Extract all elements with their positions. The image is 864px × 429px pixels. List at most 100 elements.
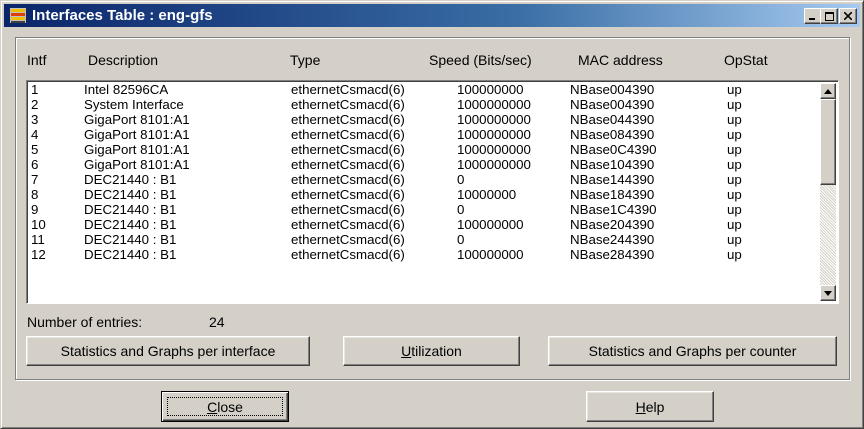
entries-label: Number of entries: bbox=[27, 314, 143, 330]
cell-intf: 1 bbox=[31, 82, 39, 97]
cell-opstat: up bbox=[727, 157, 742, 172]
table-row[interactable]: 11 DEC21440 : B1 ethernetCsmacd(6) 0 NBase24… bbox=[29, 232, 809, 247]
close-button[interactable]: Close bbox=[161, 391, 289, 422]
table-row[interactable]: 4 GigaPort 8101:A1 ethernetCsmacd(6) 100000… bbox=[29, 127, 809, 142]
cell-opstat: up bbox=[727, 82, 742, 97]
cell-type: ethernetCsmacd(6) bbox=[291, 97, 405, 112]
interfaces-rows: 1 Intel 82596CA ethernetCsmacd(6) 100000000… bbox=[29, 82, 809, 262]
cell-type: ethernetCsmacd(6) bbox=[291, 247, 405, 262]
close-icon bbox=[844, 12, 852, 20]
cell-description: DEC21440 : B1 bbox=[84, 247, 177, 262]
table-row[interactable]: 7 DEC21440 : B1 ethernetCsmacd(6) 0 NBase144… bbox=[29, 172, 809, 187]
interfaces-table-window: Interfaces Table : eng-gfs Intf Descript… bbox=[0, 0, 864, 429]
table-row[interactable]: 12 DEC21440 : B1 ethernetCsmacd(6) 10000000… bbox=[29, 247, 809, 262]
stats-per-interface-label: Statistics and Graphs per interface bbox=[60, 343, 276, 359]
app-icon bbox=[10, 8, 26, 23]
cell-intf: 10 bbox=[31, 217, 46, 232]
cell-description: GigaPort 8101:A1 bbox=[84, 157, 190, 172]
cell-speed: 100000000 bbox=[457, 247, 524, 262]
arrow-down-icon bbox=[824, 290, 832, 296]
cell-mac: NBase084390 bbox=[570, 127, 655, 142]
table-row[interactable]: 3 GigaPort 8101:A1 ethernetCsmacd(6) 100000… bbox=[29, 112, 809, 127]
column-header-intf[interactable]: Intf bbox=[27, 52, 46, 68]
scroll-up-button[interactable] bbox=[820, 83, 836, 99]
stats-per-interface-button[interactable]: Statistics and Graphs per interface bbox=[26, 336, 310, 366]
cell-opstat: up bbox=[727, 247, 742, 262]
cell-intf: 4 bbox=[31, 127, 39, 142]
cell-intf: 8 bbox=[31, 187, 39, 202]
cell-speed: 100000000 bbox=[457, 82, 524, 97]
cell-type: ethernetCsmacd(6) bbox=[291, 217, 405, 232]
cell-mac: NBase184390 bbox=[570, 187, 655, 202]
table-row[interactable]: 8 DEC21440 : B1 ethernetCsmacd(6) 10000000 N… bbox=[29, 187, 809, 202]
cell-speed: 1000000000 bbox=[457, 142, 531, 157]
cell-description: GigaPort 8101:A1 bbox=[84, 142, 190, 157]
cell-intf: 2 bbox=[31, 97, 39, 112]
help-label: Help bbox=[635, 398, 665, 415]
cell-intf: 6 bbox=[31, 157, 39, 172]
cell-description: DEC21440 : B1 bbox=[84, 202, 177, 217]
cell-opstat: up bbox=[727, 232, 742, 247]
cell-type: ethernetCsmacd(6) bbox=[291, 202, 405, 217]
cell-type: ethernetCsmacd(6) bbox=[291, 187, 405, 202]
cell-mac: NBase1C4390 bbox=[570, 202, 657, 217]
cell-opstat: up bbox=[727, 97, 742, 112]
minimize-icon bbox=[809, 18, 815, 20]
cell-speed: 100000000 bbox=[457, 217, 524, 232]
stats-per-counter-button[interactable]: Statistics and Graphs per counter bbox=[548, 336, 837, 366]
table-row[interactable]: 10 DEC21440 : B1 ethernetCsmacd(6) 10000000… bbox=[29, 217, 809, 232]
column-header-mac[interactable]: MAC address bbox=[578, 52, 663, 68]
focus-rect bbox=[167, 397, 283, 416]
cell-speed: 1000000000 bbox=[457, 112, 531, 127]
cell-mac: NBase244390 bbox=[570, 232, 655, 247]
table-row[interactable]: 6 GigaPort 8101:A1 ethernetCsmacd(6) 100000… bbox=[29, 157, 809, 172]
close-window-button[interactable] bbox=[839, 8, 857, 24]
maximize-button[interactable] bbox=[820, 8, 838, 24]
vertical-scrollbar[interactable] bbox=[820, 83, 836, 301]
title-bar[interactable]: Interfaces Table : eng-gfs bbox=[4, 4, 860, 27]
cell-mac: NBase044390 bbox=[570, 112, 655, 127]
cell-mac: NBase284390 bbox=[570, 247, 655, 262]
table-row[interactable]: 9 DEC21440 : B1 ethernetCsmacd(6) 0 NBase1C4… bbox=[29, 202, 809, 217]
cell-description: System Interface bbox=[84, 97, 184, 112]
cell-speed: 1000000000 bbox=[457, 157, 531, 172]
table-row[interactable]: 5 GigaPort 8101:A1 ethernetCsmacd(6) 100000… bbox=[29, 142, 809, 157]
cell-intf: 7 bbox=[31, 172, 39, 187]
cell-type: ethernetCsmacd(6) bbox=[291, 82, 405, 97]
table-row[interactable]: 2 System Interface ethernetCsmacd(6) 100000… bbox=[29, 97, 809, 112]
cell-intf: 5 bbox=[31, 142, 39, 157]
cell-intf: 11 bbox=[31, 232, 45, 247]
cell-description: DEC21440 : B1 bbox=[84, 232, 177, 247]
cell-mac: NBase144390 bbox=[570, 172, 655, 187]
interfaces-list[interactable]: 1 Intel 82596CA ethernetCsmacd(6) 100000000… bbox=[26, 80, 839, 304]
window-title: Interfaces Table : eng-gfs bbox=[32, 7, 213, 24]
cell-mac: NBase0C4390 bbox=[570, 142, 657, 157]
cell-description: DEC21440 : B1 bbox=[84, 217, 177, 232]
stats-per-counter-label: Statistics and Graphs per counter bbox=[588, 343, 797, 359]
cell-opstat: up bbox=[727, 187, 742, 202]
table-row[interactable]: 1 Intel 82596CA ethernetCsmacd(6) 100000000… bbox=[29, 82, 809, 97]
cell-type: ethernetCsmacd(6) bbox=[291, 157, 405, 172]
scroll-thumb[interactable] bbox=[820, 99, 836, 185]
scroll-down-button[interactable] bbox=[820, 285, 836, 301]
cell-opstat: up bbox=[727, 217, 742, 232]
cell-opstat: up bbox=[727, 127, 742, 142]
cell-mac: NBase204390 bbox=[570, 217, 655, 232]
help-button[interactable]: Help bbox=[586, 391, 714, 422]
cell-description: DEC21440 : B1 bbox=[84, 187, 177, 202]
column-header-opstat[interactable]: OpStat bbox=[724, 52, 768, 68]
utilization-button[interactable]: Utilization bbox=[343, 336, 520, 366]
cell-speed: 0 bbox=[457, 172, 465, 187]
column-header-type[interactable]: Type bbox=[290, 52, 320, 68]
cell-type: ethernetCsmacd(6) bbox=[291, 127, 405, 142]
cell-type: ethernetCsmacd(6) bbox=[291, 232, 405, 247]
cell-speed: 10000000 bbox=[457, 187, 517, 202]
cell-mac: NBase004390 bbox=[570, 82, 655, 97]
cell-intf: 3 bbox=[31, 112, 39, 127]
cell-type: ethernetCsmacd(6) bbox=[291, 112, 405, 127]
cell-type: ethernetCsmacd(6) bbox=[291, 172, 405, 187]
column-header-speed[interactable]: Speed (Bits/sec) bbox=[429, 52, 532, 68]
cell-opstat: up bbox=[727, 172, 742, 187]
cell-description: DEC21440 : B1 bbox=[84, 172, 177, 187]
column-header-description[interactable]: Description bbox=[88, 52, 158, 68]
